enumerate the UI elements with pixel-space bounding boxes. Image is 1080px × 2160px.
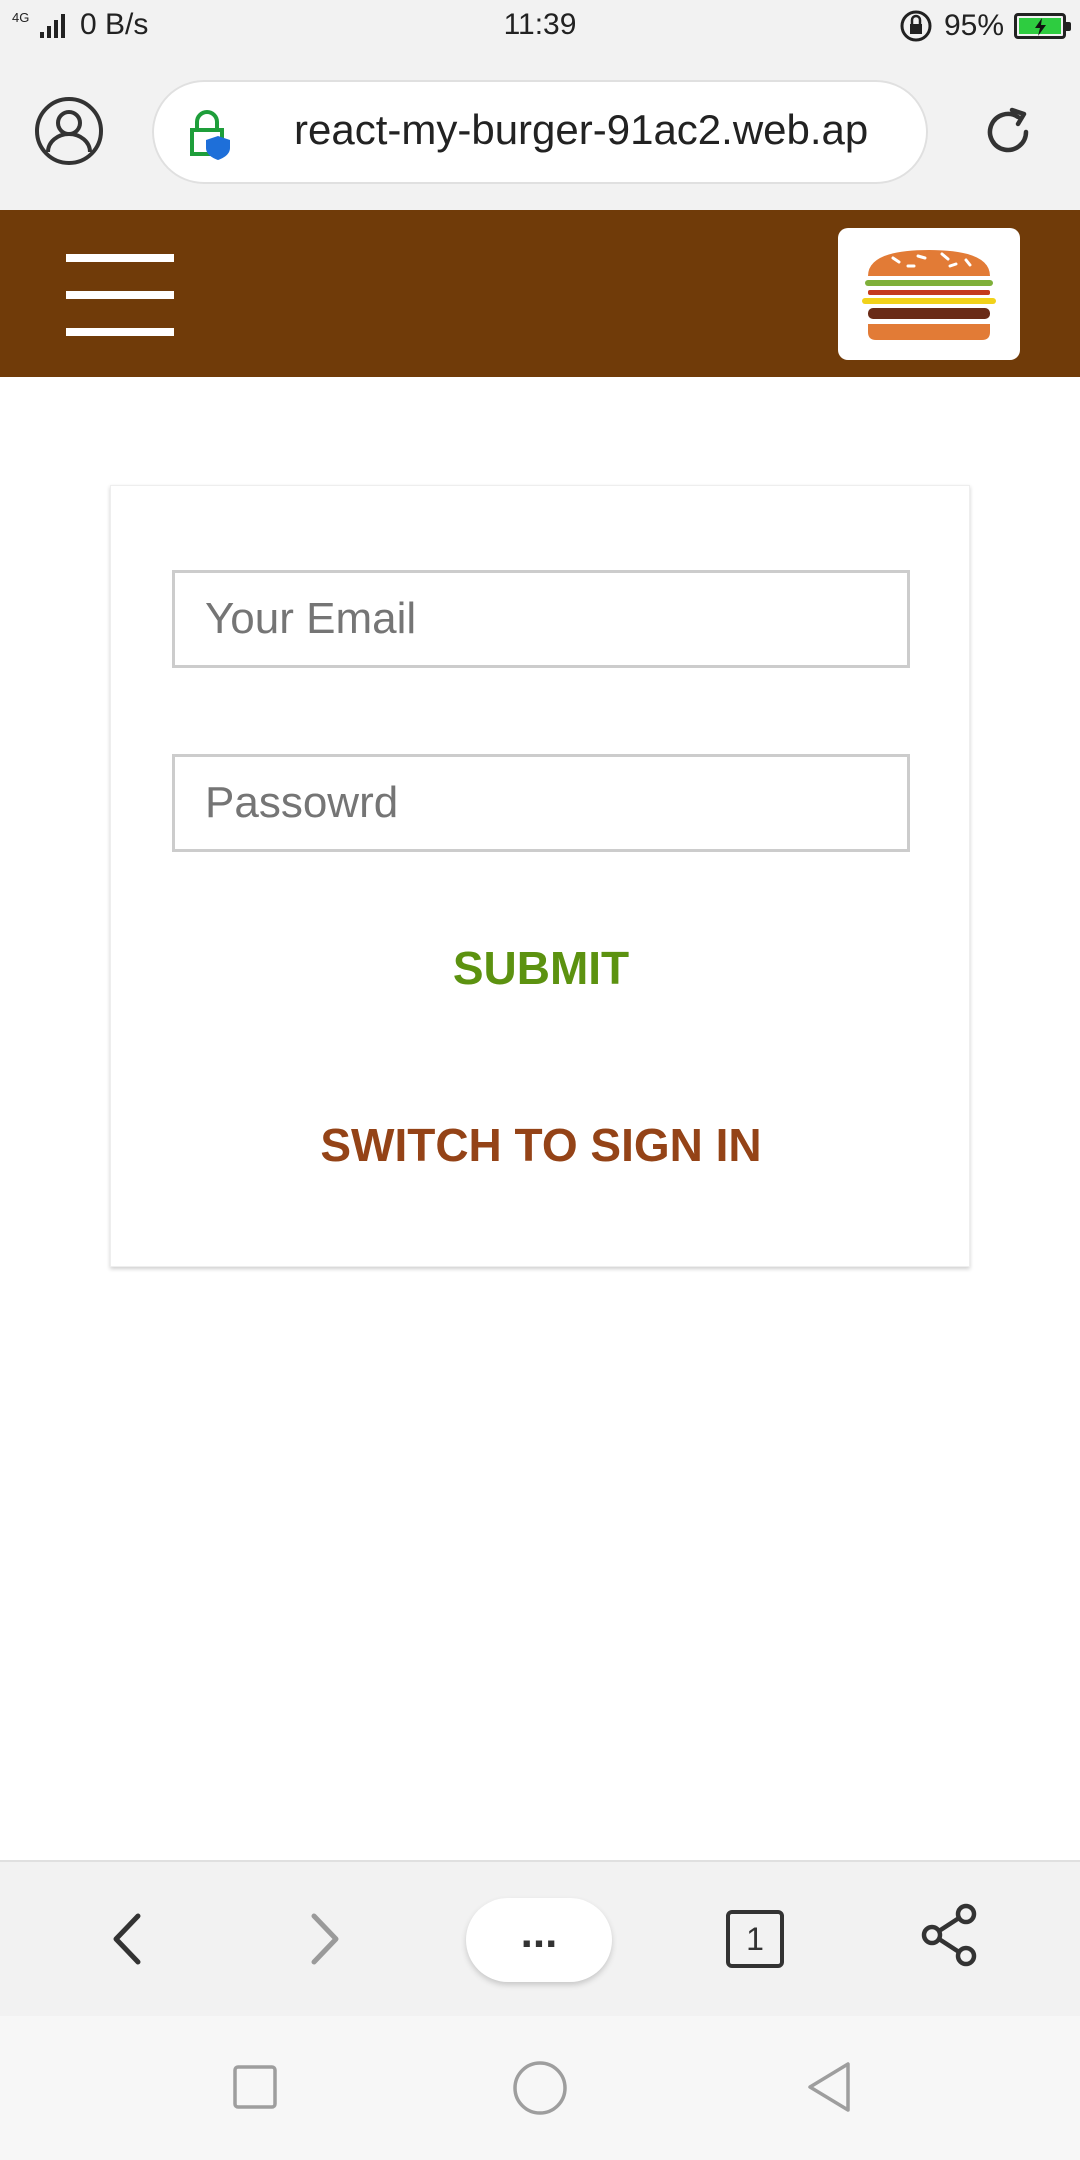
tabs-icon[interactable]: 1 (726, 1910, 784, 1968)
more-icon[interactable]: ... (466, 1898, 612, 1982)
lock-shield-icon (190, 110, 230, 160)
status-bar: 4G 0 B/s 11:39 95% (0, 0, 1080, 56)
system-nav-bar (0, 2016, 1080, 2160)
menu-icon[interactable] (66, 254, 174, 336)
url-text[interactable]: react-my-burger-91ac2.web.ap (294, 106, 904, 154)
rotation-lock-icon (900, 10, 932, 42)
home-icon[interactable] (512, 2060, 568, 2116)
password-input[interactable] (172, 754, 910, 852)
recent-apps-icon[interactable] (232, 2064, 278, 2110)
submit-button[interactable]: SUBMIT (111, 941, 971, 995)
browser-bar: react-my-burger-91ac2.web.ap (0, 56, 1080, 212)
switch-to-sign-in-button[interactable]: SWITCH TO SIGN IN (111, 1118, 971, 1172)
status-right: 95% (898, 8, 1071, 44)
battery-percent: 95% (943, 9, 1004, 42)
app-toolbar (0, 210, 1080, 377)
auth-form: SUBMIT SWITCH TO SIGN IN (110, 485, 970, 1267)
address-bar[interactable]: react-my-burger-91ac2.web.ap (152, 80, 928, 184)
forward-icon[interactable] (304, 1906, 348, 1972)
email-input[interactable] (172, 570, 910, 668)
user-profile-icon[interactable] (34, 96, 104, 166)
logo[interactable] (838, 228, 1020, 360)
browser-bottom-nav: ... 1 (0, 1860, 1080, 2016)
share-icon[interactable] (920, 1902, 980, 1968)
burger-logo-icon (862, 250, 996, 340)
battery-icon (1014, 13, 1071, 39)
back-icon[interactable] (104, 1906, 148, 1972)
reload-icon[interactable] (978, 102, 1038, 162)
system-back-icon[interactable] (804, 2060, 854, 2114)
